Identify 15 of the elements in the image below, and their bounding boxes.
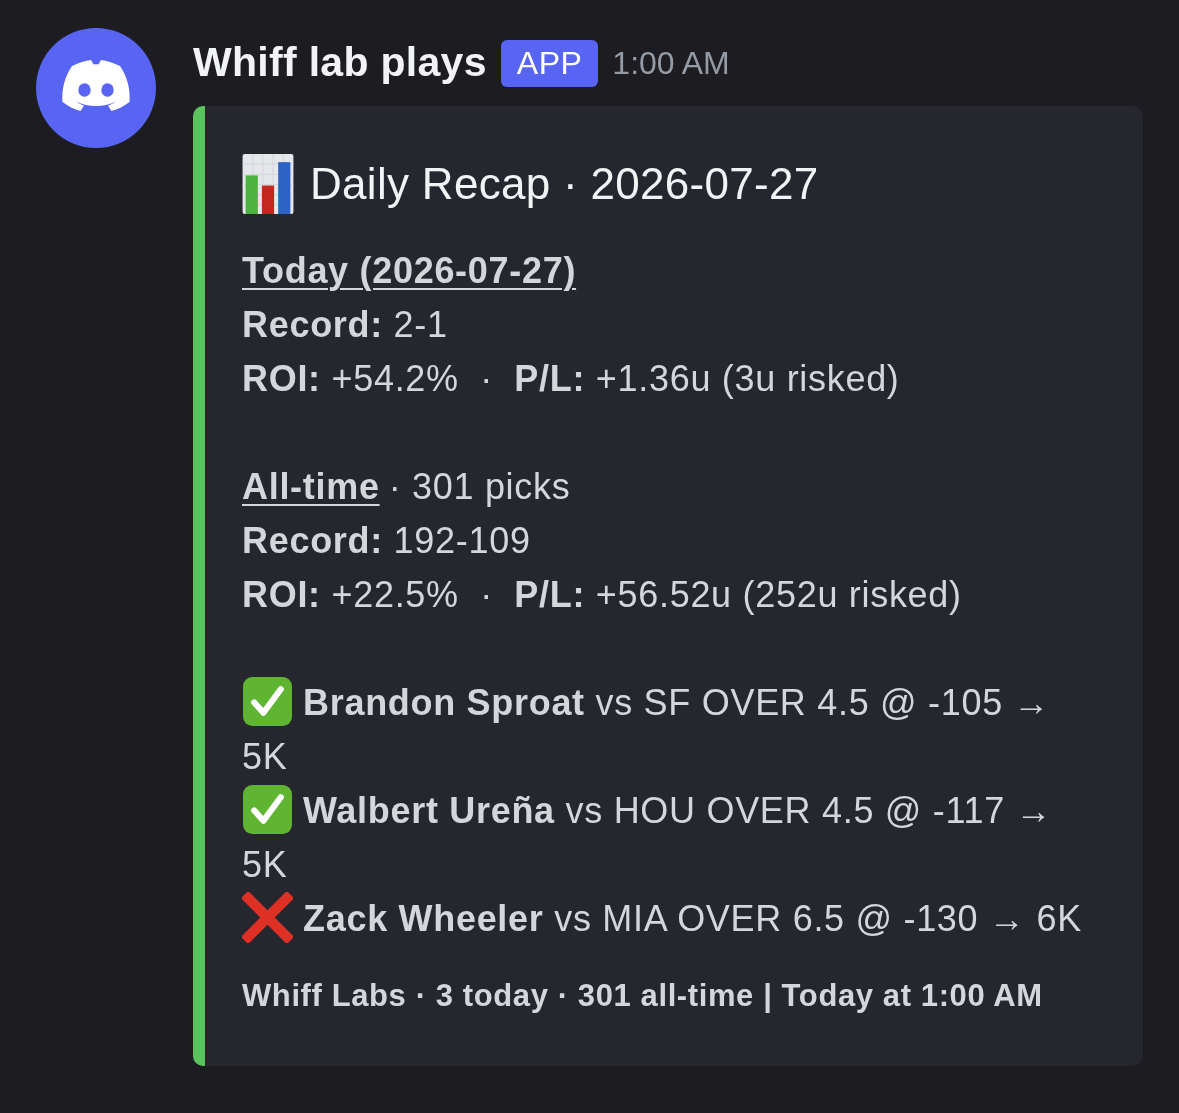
pick-text: Zack Wheeler vs MIA OVER 6.5 @ -130 → 6K [303,898,1082,939]
stat-line: ROI: +22.5% · P/L: +56.52u (252u risked) [242,573,962,617]
author-name[interactable]: Whiff lab plays [193,32,487,94]
timestamp: 1:00 AM [612,44,730,83]
embed-title: Daily Recap · 2026-07-27 [310,158,819,210]
footer-text: Whiff Labs · 3 today · 301 all-time | Today at 1:00 AM [242,977,1043,1015]
stat-line: ROI: +54.2% · P/L: +1.36u (3u risked) [242,357,900,401]
avatar-icon[interactable] [36,28,156,148]
app-badge: APP [500,39,599,87]
stat-line: Record: 2-1 [242,303,448,347]
section-heading: Today (2026-07-27) [242,250,577,291]
bar-chart-icon [242,154,294,214]
section-note: · 301 picks [388,466,571,507]
stat-line: Record: 192-109 [242,519,531,563]
section-heading: All-time [242,466,380,507]
